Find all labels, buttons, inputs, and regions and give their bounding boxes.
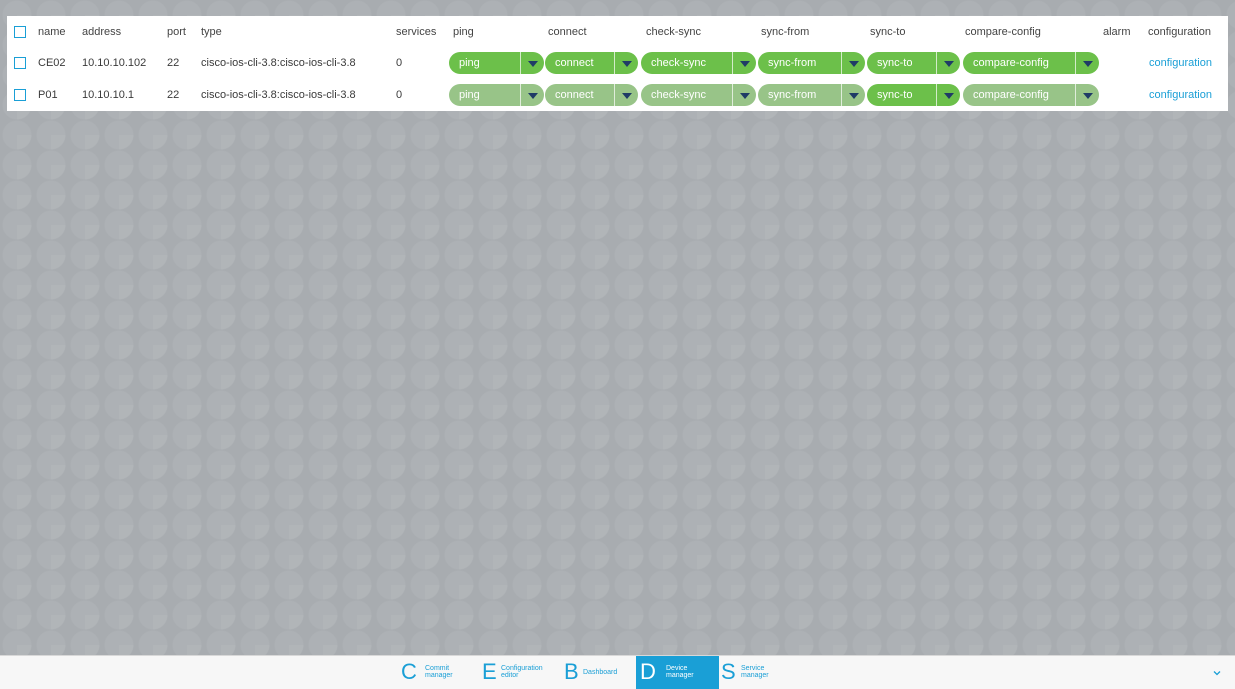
connect-button[interactable]: connect bbox=[545, 52, 638, 74]
header-configuration: configuration bbox=[1148, 26, 1211, 38]
check-sync-button[interactable]: check-sync bbox=[641, 52, 756, 74]
service-manager-label: Service manager bbox=[741, 665, 801, 679]
sync-from-button[interactable]: sync-from bbox=[758, 52, 865, 74]
device-manager-letter: D bbox=[640, 659, 656, 684]
commit-manager-tab[interactable]: C Commit manager bbox=[397, 656, 465, 689]
device-manager-tab[interactable]: D Device manager bbox=[636, 656, 719, 689]
device-manager-line1: Device bbox=[666, 665, 688, 672]
compare-config-button[interactable]: compare-config bbox=[963, 84, 1099, 106]
commit-manager-line1: Commit bbox=[425, 665, 450, 672]
ping-button[interactable]: ping bbox=[449, 84, 544, 106]
commit-manager-letter: C bbox=[401, 659, 417, 684]
header-alarm: alarm bbox=[1103, 26, 1131, 38]
configuration-editor-line2: editor bbox=[501, 672, 519, 679]
header-sync-to: sync-to bbox=[870, 26, 906, 38]
sync-to-button[interactable]: sync-to bbox=[867, 52, 960, 74]
select-all-checkbox[interactable] bbox=[14, 26, 26, 38]
header-compare-config: compare-config bbox=[965, 26, 1041, 38]
commit-manager-line2: manager bbox=[425, 672, 453, 679]
device-address: 10.10.10.102 bbox=[82, 57, 147, 69]
caret-down-icon[interactable] bbox=[841, 52, 865, 74]
device-type: cisco-ios-cli-3.8:cisco-ios-cli-3.8 bbox=[201, 57, 356, 69]
caret-down-icon[interactable] bbox=[732, 52, 756, 74]
device-table: name address port type services ping con… bbox=[7, 16, 1228, 111]
header-connect: connect bbox=[548, 26, 587, 38]
connect-label: connect bbox=[555, 57, 594, 69]
configuration-editor-letter: E bbox=[482, 659, 497, 684]
header-port[interactable]: port bbox=[167, 16, 186, 48]
caret-down-icon[interactable] bbox=[1075, 84, 1099, 106]
sync-from-label: sync-from bbox=[768, 89, 817, 101]
header-address[interactable]: address bbox=[82, 16, 121, 48]
service-manager-letter: S bbox=[721, 659, 736, 684]
dashboard-tab[interactable]: B Dashboard bbox=[560, 656, 632, 689]
device-services: 0 bbox=[396, 57, 403, 69]
ping-label: ping bbox=[459, 89, 480, 101]
device-name: CE02 bbox=[38, 57, 66, 69]
compare-config-label: compare-config bbox=[973, 57, 1049, 69]
header-sync-from: sync-from bbox=[761, 26, 810, 38]
connect-label: connect bbox=[555, 89, 594, 101]
service-manager-line1: Service bbox=[741, 665, 765, 672]
row-checkbox[interactable] bbox=[14, 89, 26, 101]
caret-down-icon[interactable] bbox=[520, 84, 544, 106]
configuration-editor-line1: Configuration bbox=[501, 665, 543, 672]
check-sync-label: check-sync bbox=[651, 57, 707, 69]
configuration-link[interactable]: configuration bbox=[1149, 47, 1212, 79]
caret-down-icon[interactable] bbox=[1075, 52, 1099, 74]
header-check-sync: check-sync bbox=[646, 26, 702, 38]
commit-manager-label: Commit manager bbox=[425, 665, 485, 679]
sync-to-label: sync-to bbox=[877, 57, 913, 69]
device-name: P01 bbox=[38, 89, 58, 101]
compare-config-label: compare-config bbox=[973, 89, 1049, 101]
header-name[interactable]: name bbox=[38, 16, 66, 48]
caret-down-icon[interactable] bbox=[936, 84, 960, 106]
table-row[interactable]: CE02 10.10.10.102 22 cisco-ios-cli-3.8:c… bbox=[7, 47, 1228, 79]
caret-down-icon[interactable] bbox=[936, 52, 960, 74]
row-checkbox[interactable] bbox=[14, 57, 26, 69]
sync-to-button[interactable]: sync-to bbox=[867, 84, 960, 106]
ping-button[interactable]: ping bbox=[449, 52, 544, 74]
connect-button[interactable]: connect bbox=[545, 84, 638, 106]
device-manager-line2: manager bbox=[666, 672, 694, 679]
caret-down-icon[interactable] bbox=[614, 52, 638, 74]
check-sync-label: check-sync bbox=[651, 89, 707, 101]
dashboard-letter: B bbox=[564, 659, 579, 684]
header-type[interactable]: type bbox=[201, 16, 222, 48]
configuration-editor-tab[interactable]: E Configuration editor bbox=[478, 656, 556, 689]
chevron-down-icon[interactable] bbox=[1213, 669, 1221, 677]
device-port: 22 bbox=[167, 57, 180, 69]
sync-to-label: sync-to bbox=[877, 89, 913, 101]
dashboard-label: Dashboard bbox=[583, 669, 618, 676]
sync-from-button[interactable]: sync-from bbox=[758, 84, 865, 106]
table-header: name address port type services ping con… bbox=[7, 16, 1228, 48]
caret-down-icon[interactable] bbox=[614, 84, 638, 106]
caret-down-icon[interactable] bbox=[520, 52, 544, 74]
configuration-editor-label: Configuration editor bbox=[501, 665, 561, 679]
header-services[interactable]: services bbox=[396, 16, 436, 48]
device-address: 10.10.10.1 bbox=[82, 89, 134, 101]
caret-down-icon[interactable] bbox=[732, 84, 756, 106]
sync-from-label: sync-from bbox=[768, 57, 817, 69]
service-manager-tab[interactable]: S Service manager bbox=[717, 656, 785, 689]
header-ping: ping bbox=[453, 26, 474, 38]
device-type: cisco-ios-cli-3.8:cisco-ios-cli-3.8 bbox=[201, 89, 356, 101]
device-services: 0 bbox=[396, 89, 403, 101]
app-switcher-bar: C Commit manager E Configuration editor … bbox=[0, 655, 1235, 689]
compare-config-button[interactable]: compare-config bbox=[963, 52, 1099, 74]
table-row[interactable]: P01 10.10.10.1 22 cisco-ios-cli-3.8:cisc… bbox=[7, 79, 1228, 111]
check-sync-button[interactable]: check-sync bbox=[641, 84, 756, 106]
caret-down-icon[interactable] bbox=[841, 84, 865, 106]
service-manager-line2: manager bbox=[741, 672, 769, 679]
device-port: 22 bbox=[167, 89, 180, 101]
configuration-link[interactable]: configuration bbox=[1149, 79, 1212, 111]
ping-label: ping bbox=[459, 57, 480, 69]
